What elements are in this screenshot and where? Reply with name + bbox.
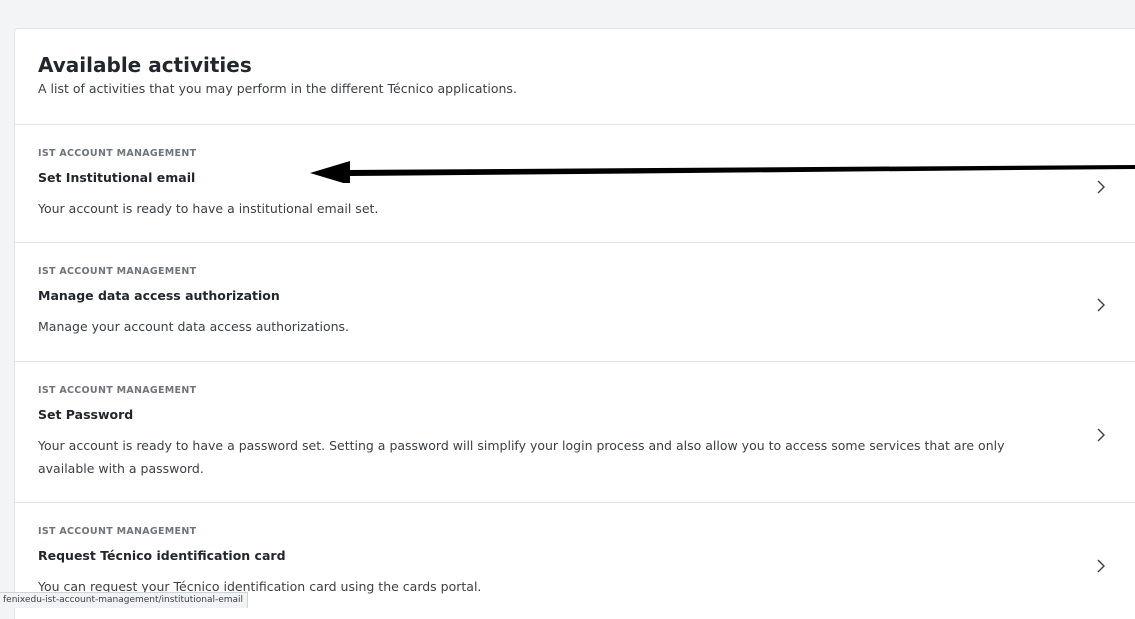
page-subtitle: A list of activities that you may perfor… bbox=[38, 80, 1113, 98]
activity-item-set-institutional-email[interactable]: IST ACCOUNT MANAGEMENT Set Institutional… bbox=[15, 125, 1135, 243]
activity-title[interactable]: Request Técnico identification card bbox=[38, 548, 1046, 564]
activity-item-set-password[interactable]: IST ACCOUNT MANAGEMENT Set Password Your… bbox=[15, 362, 1135, 503]
activity-title[interactable]: Set Password bbox=[38, 407, 1046, 423]
panel-header: Available activities A list of activitie… bbox=[15, 29, 1135, 125]
activity-title[interactable]: Set Institutional email bbox=[38, 170, 1046, 186]
activity-category: IST ACCOUNT MANAGEMENT bbox=[38, 148, 1046, 160]
activity-description: Your account is ready to have a password… bbox=[38, 434, 1046, 480]
page-title: Available activities bbox=[38, 52, 1113, 78]
chevron-right-icon[interactable] bbox=[1094, 180, 1108, 194]
activity-category: IST ACCOUNT MANAGEMENT bbox=[38, 266, 1046, 278]
status-bar-url: fenixedu-ist-account-management/institut… bbox=[0, 592, 248, 608]
activity-item-manage-data-access[interactable]: IST ACCOUNT MANAGEMENT Manage data acces… bbox=[15, 243, 1135, 362]
activity-category: IST ACCOUNT MANAGEMENT bbox=[38, 526, 1046, 538]
activity-category: IST ACCOUNT MANAGEMENT bbox=[38, 385, 1046, 397]
activities-panel: Available activities A list of activitie… bbox=[14, 28, 1135, 619]
activity-list: IST ACCOUNT MANAGEMENT Set Institutional… bbox=[15, 125, 1135, 619]
chevron-right-icon[interactable] bbox=[1094, 559, 1108, 573]
chevron-right-icon[interactable] bbox=[1094, 298, 1108, 312]
activity-title[interactable]: Manage data access authorization bbox=[38, 288, 1046, 304]
activity-description: Manage your account data access authoriz… bbox=[38, 315, 1046, 338]
chevron-right-icon[interactable] bbox=[1094, 428, 1108, 442]
top-strip bbox=[0, 0, 1135, 28]
activity-description: Your account is ready to have a institut… bbox=[38, 197, 1046, 220]
